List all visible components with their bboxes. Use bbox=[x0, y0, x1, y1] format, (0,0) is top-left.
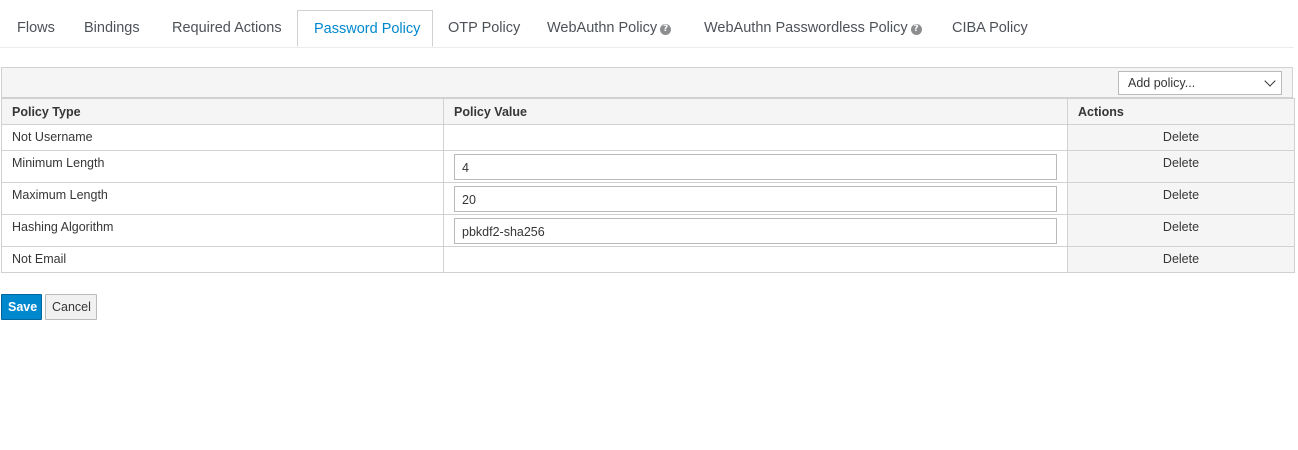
add-policy-select[interactable]: Add policy... bbox=[1118, 71, 1282, 95]
tab-bindings[interactable]: Bindings bbox=[68, 10, 156, 46]
question-circle-icon[interactable]: ? bbox=[660, 24, 672, 35]
policy-value-cell bbox=[443, 124, 1068, 151]
policy-value-input[interactable]: pbkdf2-sha256 bbox=[454, 218, 1057, 244]
tab-label: Required Actions bbox=[172, 20, 282, 36]
delete-button[interactable]: Delete bbox=[1067, 214, 1295, 247]
policy-table: Policy Type Policy Value Actions Not Use… bbox=[1, 98, 1295, 273]
tab-label: Bindings bbox=[84, 20, 140, 36]
cancel-button[interactable]: Cancel bbox=[45, 294, 97, 320]
tab-otp-policy[interactable]: OTP Policy bbox=[432, 10, 536, 46]
table-toolbar: Add policy... bbox=[1, 67, 1293, 98]
table-row: Not Email Delete bbox=[1, 246, 1295, 273]
policy-value-cell: pbkdf2-sha256 bbox=[443, 214, 1068, 247]
policy-type-cell: Maximum Length bbox=[1, 182, 444, 215]
tab-label: WebAuthn Policy bbox=[547, 20, 658, 36]
question-circle-icon[interactable]: ? bbox=[910, 24, 922, 35]
tab-flows[interactable]: Flows bbox=[1, 10, 71, 46]
table-row: Minimum Length 4 Delete bbox=[1, 150, 1295, 183]
policy-value-cell: 20 bbox=[443, 182, 1068, 215]
policy-value-input[interactable]: 4 bbox=[454, 154, 1057, 180]
column-header-policy-type: Policy Type bbox=[1, 98, 444, 125]
tab-label: CIBA Policy bbox=[952, 20, 1028, 36]
add-policy-select-value: Add policy... bbox=[1128, 76, 1196, 90]
policy-type-cell: Not Email bbox=[1, 246, 444, 273]
delete-button[interactable]: Delete bbox=[1067, 124, 1295, 151]
table-row: Maximum Length 20 Delete bbox=[1, 182, 1295, 215]
tab-password-policy[interactable]: Password Policy bbox=[297, 10, 433, 47]
delete-button[interactable]: Delete bbox=[1067, 150, 1295, 183]
tab-ciba-policy[interactable]: CIBA Policy bbox=[936, 10, 1044, 46]
delete-button[interactable]: Delete bbox=[1067, 246, 1295, 273]
tab-label: Flows bbox=[17, 20, 55, 36]
tab-webauthn-policy[interactable]: WebAuthn Policy? bbox=[531, 10, 687, 46]
delete-button[interactable]: Delete bbox=[1067, 182, 1295, 215]
tab-required-actions[interactable]: Required Actions bbox=[156, 10, 298, 46]
column-header-policy-value: Policy Value bbox=[443, 98, 1068, 125]
table-row: Not Username Delete bbox=[1, 124, 1295, 151]
policy-type-cell: Not Username bbox=[1, 124, 444, 151]
tab-label: Password Policy bbox=[314, 21, 421, 37]
tab-webauthn-passwordless-policy[interactable]: WebAuthn Passwordless Policy? bbox=[688, 10, 938, 46]
tab-bar: Flows Bindings Required Actions Password… bbox=[0, 10, 1294, 48]
table-row: Hashing Algorithm pbkdf2-sha256 Delete bbox=[1, 214, 1295, 247]
policy-type-cell: Minimum Length bbox=[1, 150, 444, 183]
column-header-actions: Actions bbox=[1067, 98, 1295, 125]
save-button[interactable]: Save bbox=[1, 294, 42, 320]
policy-type-cell: Hashing Algorithm bbox=[1, 214, 444, 247]
chevron-down-icon bbox=[1264, 75, 1276, 87]
tab-label: WebAuthn Passwordless Policy bbox=[704, 20, 908, 36]
policy-value-cell: 4 bbox=[443, 150, 1068, 183]
policy-value-input[interactable]: 20 bbox=[454, 186, 1057, 212]
tab-label: OTP Policy bbox=[448, 20, 521, 36]
policy-value-cell bbox=[443, 246, 1068, 273]
